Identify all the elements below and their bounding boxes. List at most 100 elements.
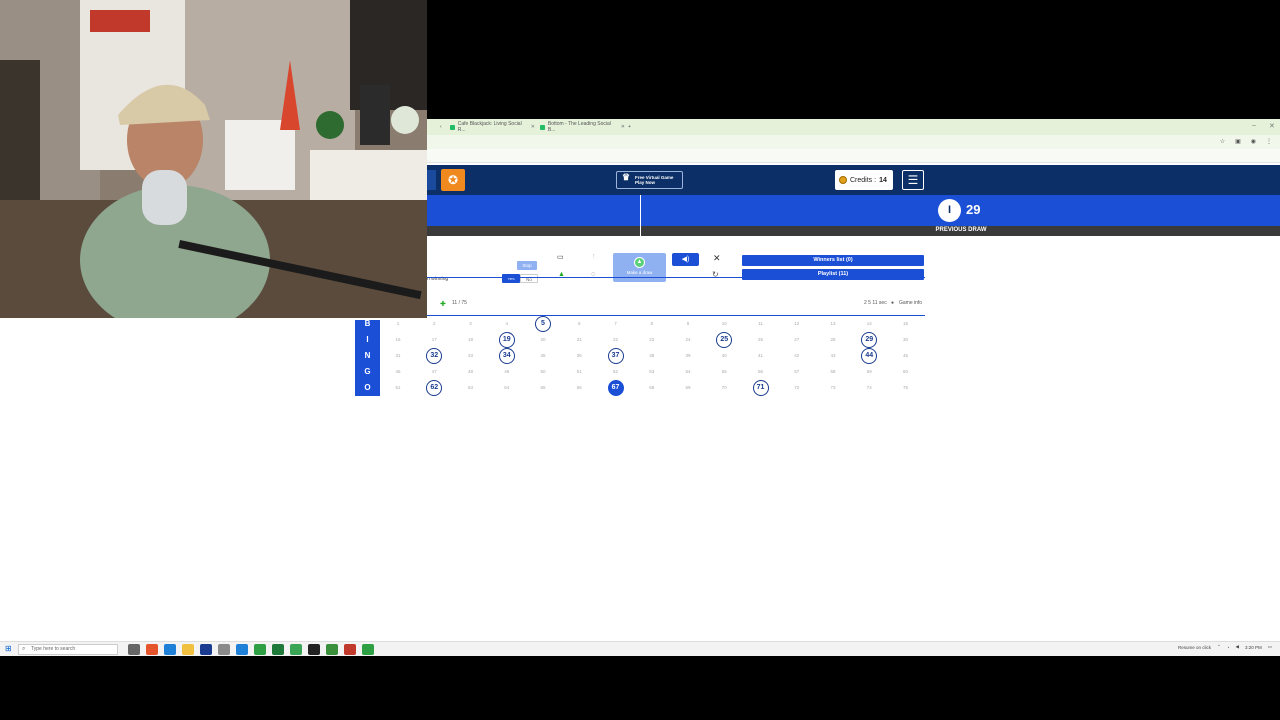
board-row-b: B 1 2 3 4 5 6 7 8 9 10 11 12 13 14 15	[355, 316, 925, 332]
tab-back[interactable]: ‹	[440, 122, 442, 132]
draw-speed: 2 5 11 sec	[864, 300, 887, 306]
search-placeholder: Type here to search	[31, 646, 76, 652]
board-row-g: G 46 47 48 49 50 51 52 53 54 55 56 57 58 59 60	[355, 364, 925, 380]
board-number: 4	[505, 321, 508, 326]
sound-button[interactable]: ◀)	[672, 253, 699, 266]
board-number: 23	[649, 337, 655, 342]
more-icon[interactable]: ⋮	[1266, 138, 1272, 145]
playlist-button[interactable]: Playlist (11)	[742, 269, 924, 280]
board-number: 26	[757, 337, 763, 342]
search-icon: ⌕	[22, 646, 26, 652]
wifi-icon[interactable]: ◔	[1227, 645, 1230, 650]
extensions-icon[interactable]: ▣	[1235, 138, 1241, 145]
browser-tab[interactable]: Bottom - The Leading Social B... ✕	[540, 121, 625, 133]
board-number: 60	[902, 369, 908, 374]
no-toggle[interactable]: No	[520, 274, 538, 283]
hamburger-icon: ☰	[907, 173, 919, 187]
board-number: 15	[902, 321, 908, 326]
previous-draw-label: PREVIOUS DRAW	[935, 227, 987, 233]
volume-icon[interactable]: ◀	[1236, 644, 1239, 650]
board-number: 57	[794, 369, 800, 374]
header-left-chip[interactable]	[426, 170, 436, 190]
board-number: 53	[649, 369, 655, 374]
tab-close-icon[interactable]: ✕	[621, 124, 625, 130]
close-icon[interactable]: ✕	[713, 253, 721, 264]
previous-draw-letter: I	[938, 199, 961, 222]
excel-icon[interactable]	[272, 644, 284, 655]
tab-favicon-icon	[540, 124, 545, 130]
winners-list-button[interactable]: Winners list (0)	[742, 255, 924, 266]
yes-toggle[interactable]: Yes	[502, 274, 520, 283]
taskbar-search[interactable]: ⌕ Type here to search	[18, 644, 118, 655]
minimize-icon[interactable]: –	[1252, 122, 1256, 129]
board-number: 38	[649, 353, 655, 358]
game-info-link[interactable]: Game info	[899, 300, 922, 306]
monitor-icon[interactable]: ▭	[557, 253, 564, 261]
app-icon[interactable]	[218, 644, 230, 655]
obs-icon[interactable]	[308, 644, 320, 655]
folder-icon[interactable]	[182, 644, 194, 655]
notifications-icon[interactable]: ▭	[1268, 644, 1272, 650]
tab-close-icon[interactable]: ✕	[531, 124, 535, 130]
draw-icon: ▲	[634, 257, 645, 268]
edge-icon[interactable]	[164, 644, 176, 655]
board-number: 18	[467, 337, 473, 342]
mail-icon[interactable]	[236, 644, 248, 655]
board-number: 41	[757, 353, 763, 358]
board-number: 35	[540, 353, 546, 358]
browser-tab[interactable]: Cafe Blackjack: Living Social R... ✕	[450, 121, 535, 133]
info-icon[interactable]: ●	[891, 300, 894, 306]
tray-chevron-icon[interactable]: ⌃	[1217, 644, 1221, 650]
letterbox-bottom	[0, 656, 1280, 720]
pin-icon[interactable]: ↑	[592, 253, 596, 260]
new-tab-icon[interactable]: +	[628, 124, 631, 130]
board-number: 62	[426, 380, 443, 396]
menu-button[interactable]: ☰	[902, 170, 924, 190]
app-icon[interactable]	[326, 644, 338, 655]
webcam-image	[0, 0, 427, 320]
credits-label: Credits :	[850, 176, 877, 184]
award-icon[interactable]: ✪	[441, 169, 465, 191]
board-number: 59	[866, 369, 872, 374]
tab-back-icon[interactable]: ‹	[440, 124, 442, 130]
board-number: 36	[576, 353, 582, 358]
board-number: 45	[902, 353, 908, 358]
board-number: 75	[902, 385, 908, 390]
board-letter: G	[355, 364, 380, 380]
new-tab-button[interactable]: +	[628, 122, 631, 132]
windows-start-icon[interactable]: ⊞	[5, 644, 12, 653]
tab-title: Cafe Blackjack: Living Social R...	[457, 121, 522, 133]
board-number: 56	[757, 369, 763, 374]
board-number: 58	[830, 369, 836, 374]
board-number: 37	[607, 348, 624, 364]
chrome-icon[interactable]	[362, 644, 374, 655]
app-icon[interactable]	[146, 644, 158, 655]
board-number: 43	[830, 353, 836, 358]
chrome-icon[interactable]	[254, 644, 266, 655]
app-icon[interactable]	[290, 644, 302, 655]
board-number: 6	[577, 321, 581, 326]
system-tray: Resume on click ⌃ ◔ ◀ 3:20 PM ▭	[1178, 644, 1272, 650]
star-icon[interactable]: ☆	[1220, 138, 1225, 145]
store-icon[interactable]	[200, 644, 212, 655]
profile-icon[interactable]: ◉	[1251, 138, 1256, 145]
board-number: 71	[752, 380, 769, 396]
board-number: 63	[467, 385, 473, 390]
tray-status-text[interactable]: Resume on click	[1178, 645, 1211, 650]
clock[interactable]: 3:20 PM	[1245, 645, 1262, 650]
task-view-icon[interactable]	[128, 644, 140, 655]
board-number: 16	[395, 337, 401, 342]
draw-divider	[640, 195, 641, 236]
virtual-game-line2: Play Now	[635, 180, 656, 185]
board-number: 73	[830, 385, 836, 390]
board-number: 40	[721, 353, 727, 358]
app-icon[interactable]	[344, 644, 356, 655]
board-number: 32	[426, 348, 443, 364]
stop-button[interactable]: Stop	[517, 261, 537, 270]
free-virtual-game-button[interactable]: ♛ Free Virtual Game Play Now	[616, 171, 683, 189]
board-number: 68	[649, 385, 655, 390]
board-number: 42	[794, 353, 800, 358]
board-number: 7	[614, 321, 617, 326]
window-close-icon[interactable]: ✕	[1269, 122, 1275, 130]
coin-icon	[839, 176, 847, 184]
